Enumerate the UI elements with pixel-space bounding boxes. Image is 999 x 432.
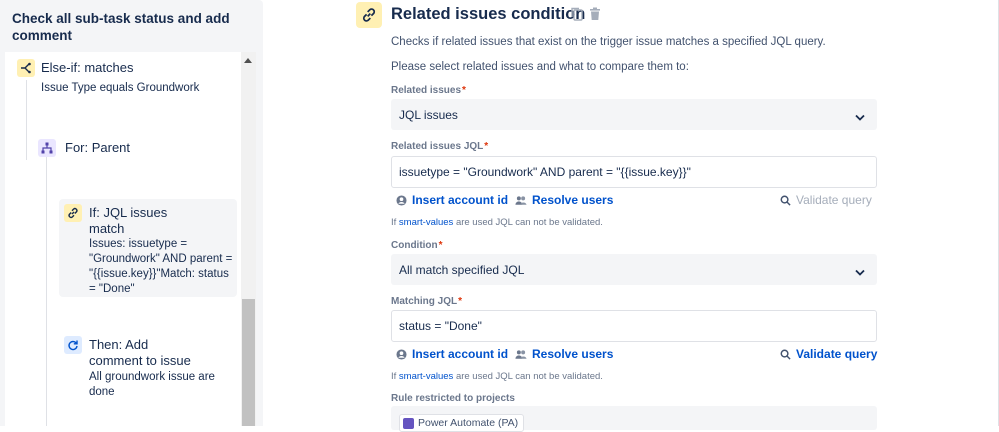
copy-icon[interactable] — [570, 6, 584, 22]
related-jql-value: issuetype = "Groundwork" AND parent = "{… — [399, 165, 691, 179]
elseif-node-title[interactable]: Else-if: matches — [41, 60, 133, 76]
related-issues-select[interactable]: JQL issues — [391, 99, 877, 130]
validate-query-button[interactable]: Validate query — [780, 193, 872, 207]
user-circle-icon — [396, 194, 407, 206]
search-icon — [780, 349, 791, 360]
smart-values-link[interactable]: smart-values — [399, 217, 453, 228]
if-node-details: Issues: issuetype = "Groundwork" AND par… — [89, 238, 233, 295]
smart-values-link[interactable]: smart-values — [399, 371, 453, 382]
restricted-projects-field[interactable]: Power Automate (PA) — [391, 406, 877, 432]
chevron-down-icon — [855, 110, 865, 124]
matching-jql-value: status = "Done" — [399, 319, 482, 333]
instruction-text: Please select related issues and what to… — [391, 61, 689, 73]
refresh-icon — [64, 336, 82, 354]
matching-jql-label: Matching JQL* — [391, 296, 463, 307]
condition-value: All match specified JQL — [399, 262, 525, 277]
condition-select[interactable]: All match specified JQL — [391, 254, 877, 285]
then-node-title-line2[interactable]: comment to issue — [89, 353, 191, 369]
for-node-title[interactable]: For: Parent — [65, 140, 130, 156]
trash-icon[interactable] — [588, 6, 602, 22]
matching-jql-input[interactable]: status = "Done" — [391, 310, 877, 342]
then-node-title-line1[interactable]: Then: Add — [89, 337, 148, 353]
project-name: Power Automate (PA) — [418, 417, 519, 429]
project-chip[interactable]: Power Automate (PA) — [399, 414, 525, 432]
then-node-details: All groundwork issue are done — [89, 371, 215, 398]
description-text: Checks if related issues that exist on t… — [391, 36, 826, 48]
sidebar-scrollbar[interactable] — [241, 52, 256, 426]
scroll-up-arrow-icon[interactable] — [244, 58, 252, 63]
link-icon — [64, 204, 82, 222]
elseif-node-subtitle: Issue Type equals Groundwork — [41, 82, 200, 94]
if-node-title-line1: If: JQL issues — [89, 205, 168, 220]
condition-label: Condition* — [391, 240, 443, 251]
smart-values-note: If smart-values are used JQL can not be … — [391, 371, 603, 382]
insert-account-id-button[interactable]: Insert account id — [396, 347, 508, 361]
restricted-projects-label: Rule restricted to projects — [391, 393, 515, 404]
rule-sidebar: Check all sub-task status and add commen… — [0, 0, 263, 426]
related-jql-input[interactable]: issuetype = "Groundwork" AND parent = "{… — [391, 156, 877, 188]
component-config-panel: Related issues condition Checks if relat… — [263, 0, 999, 432]
branch-condition-icon — [17, 59, 35, 77]
related-jql-label: Related issues JQL* — [391, 141, 489, 152]
page-title: Related issues condition — [391, 5, 586, 23]
connector-line — [26, 80, 27, 160]
if-node-title-line2: match — [89, 221, 125, 236]
rule-component-list: Else-if: matches Issue Type equals Groun… — [5, 52, 256, 426]
search-icon — [780, 195, 791, 206]
validate-query-button[interactable]: Validate query — [780, 347, 877, 361]
scroll-thumb[interactable] — [242, 299, 255, 426]
insert-account-id-button[interactable]: Insert account id — [396, 193, 508, 207]
users-icon — [515, 349, 527, 359]
branch-icon — [38, 139, 56, 157]
resolve-users-button[interactable]: Resolve users — [515, 193, 613, 207]
smart-values-note: If smart-values are used JQL can not be … — [391, 217, 603, 228]
related-issues-label: Related issues* — [391, 85, 466, 96]
user-circle-icon — [396, 348, 407, 360]
rule-title: Check all sub-task status and add commen… — [12, 11, 230, 43]
link-icon — [356, 2, 382, 28]
if-node-card[interactable]: If: JQL issues match Issues: issuetype =… — [59, 199, 237, 297]
connector-line — [46, 150, 47, 426]
project-avatar — [403, 417, 414, 429]
users-icon — [515, 195, 527, 205]
resolve-users-button[interactable]: Resolve users — [515, 347, 613, 361]
chevron-down-icon — [855, 265, 865, 279]
related-issues-value: JQL issues — [399, 107, 458, 122]
